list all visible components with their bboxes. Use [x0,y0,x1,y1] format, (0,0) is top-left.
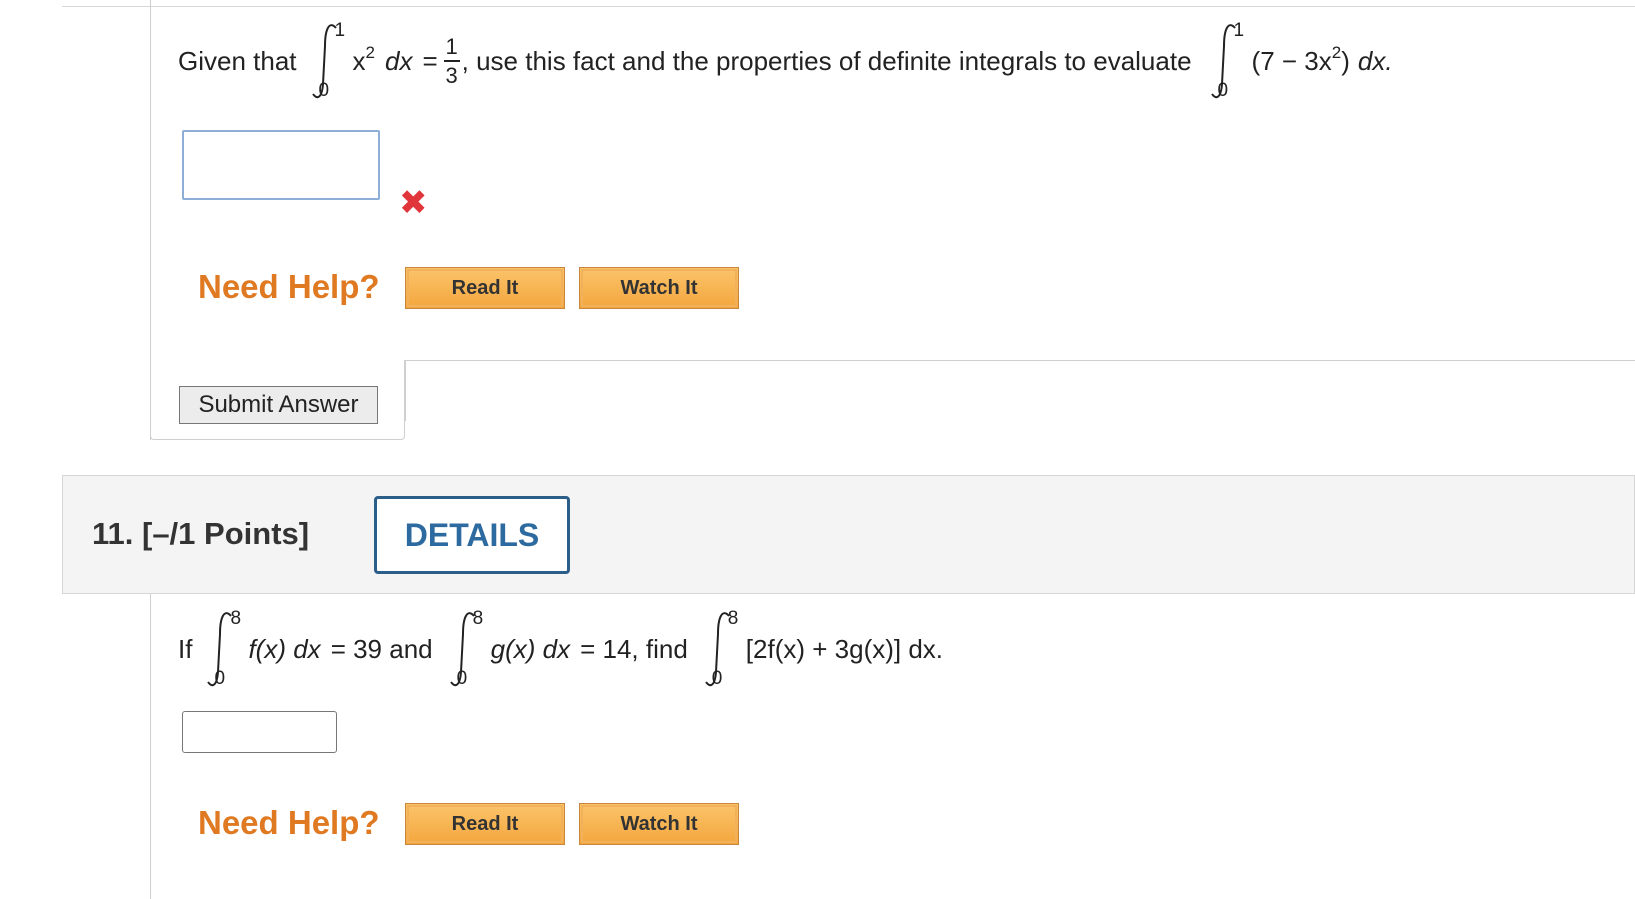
integral-sign: 8 0 [200,604,246,694]
integrand: (7 − 3x2) [1251,42,1350,76]
integrand-combined: [2f(x) + 3g(x)] dx. [745,633,944,664]
lower-limit: 0 [1217,80,1229,101]
if-text: If [178,633,193,664]
integral-sign: 1 0 [305,16,351,106]
question-10-text: Given that 1 0 x2 dx = 13 , use this fac… [178,16,1393,106]
differential: dx. [1357,45,1393,76]
lower-limit: 0 [456,668,468,689]
watch-it-button[interactable]: Watch It [579,267,739,309]
submit-area-divider [405,360,1635,421]
integrand: x2 [352,42,375,76]
lower-limit: 0 [711,668,723,689]
need-help-label: Need Help? [198,268,380,305]
upper-limit: 1 [334,20,346,41]
upper-limit: 8 [472,608,484,629]
answer-input-q10[interactable] [182,130,380,200]
read-it-button[interactable]: Read It [405,267,565,309]
need-help-label: Need Help? [198,804,380,841]
answer-input-q11[interactable] [182,711,337,753]
fraction-one-third: 13 [443,33,460,88]
watch-it-button[interactable]: Watch It [579,803,739,845]
incorrect-x-icon: ✖ [399,184,428,222]
lower-limit: 0 [214,668,226,689]
value-14-text: = 14, find [580,633,688,664]
integral-sign: 8 0 [443,604,489,694]
upper-limit: 8 [230,608,242,629]
equals-sign: = [422,45,438,76]
integrand-g: g(x) dx [490,633,571,664]
value-39-text: = 39 and [330,633,433,664]
integral-sign: 1 0 [1204,16,1250,106]
upper-limit: 1 [1233,20,1245,41]
question-number-points: 11. [–/1 Points] [92,516,310,551]
instruction-text: , use this fact and the properties of de… [461,45,1192,76]
integrand-f: f(x) dx [248,633,321,664]
given-that-text: Given that [178,45,297,76]
details-button[interactable]: DETAILS [374,496,570,574]
integral-sign: 8 0 [698,604,744,694]
upper-limit: 8 [727,608,739,629]
differential: dx [384,45,413,76]
lower-limit: 0 [318,80,330,101]
read-it-button[interactable]: Read It [405,803,565,845]
assignment-page: Given that 1 0 x2 dx = 13 , use this fac… [0,0,1635,899]
submit-answer-button[interactable]: Submit Answer [179,386,378,424]
question-11-text: If 8 0 f(x) dx = 39 and 8 0 g(x) dx = 14… [178,604,943,694]
